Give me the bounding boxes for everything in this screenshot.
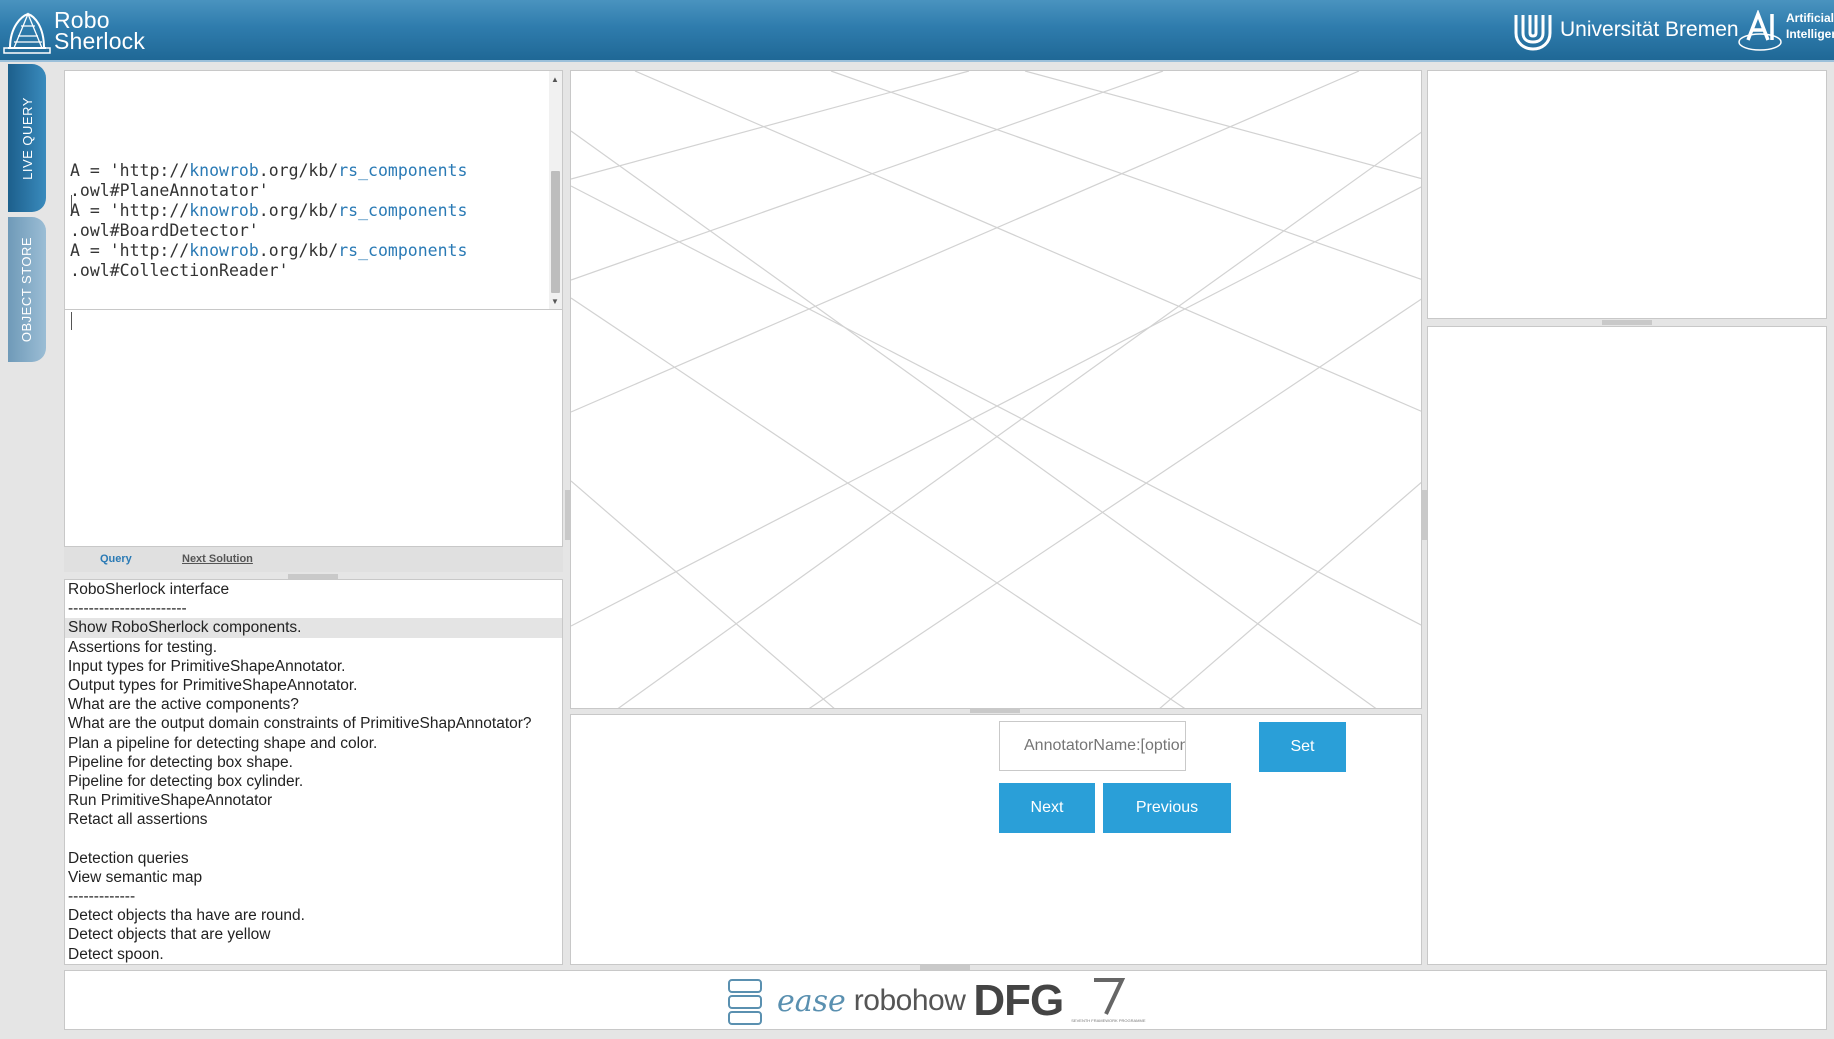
next-button[interactable]: Next [999,783,1095,833]
tab-live-query-label: LIVE QUERY [19,96,35,180]
code-token: .org/kb/ [258,241,339,260]
ground-grid [571,71,1421,708]
annotator-name-input[interactable] [999,721,1186,771]
history-item: ----------------------- [68,600,187,618]
query-history-list: RoboSherlock interface ------------------… [64,579,563,965]
history-item[interactable]: Detect objects that are yellow [65,925,562,944]
code-token: knowrob [189,241,259,260]
code-output: A = 'http://knowrob.org/kb/rs_components… [65,71,562,281]
scroll-up-icon[interactable]: ▲ [551,75,559,84]
annotator-control-panel: Set Next Previous [570,714,1422,965]
ease-logo-text: ease [777,983,846,1019]
tab-live-query[interactable]: LIVE QUERY [8,64,46,212]
code-token: .owl#CollectionReader' [70,261,289,280]
3d-viewer-canvas[interactable] [570,70,1422,709]
fp7-seven-icon [1094,978,1126,1015]
text-caret [71,195,72,213]
editor-scrollbar[interactable]: ▲ ▼ [549,71,562,309]
resize-handle[interactable] [970,708,1020,713]
robohow-logo-text: robohow [853,984,966,1017]
history-item[interactable]: Plan a pipeline for detecting shape and … [65,734,562,753]
history-item[interactable]: View semantic map [65,868,562,887]
footer-logos: ease robohow DFG SEVENTH FRAMEWORK PROGR… [64,970,1827,1030]
image-view-top [1427,70,1827,319]
query-button[interactable]: Query [100,553,132,565]
query-toolbar: Query Next Solution [64,547,563,572]
previous-button[interactable]: Previous [1103,783,1231,833]
university-logo-icon [1514,15,1552,51]
resize-handle[interactable] [1602,320,1652,325]
logo-line-2: Sherlock [54,28,146,54]
fp7-logo: SEVENTH FRAMEWORK PROGRAMME [1071,976,1146,1026]
code-token: A = 'http:// [70,201,190,220]
history-item[interactable]: Input types for PrimitiveShapeAnnotator. [65,657,562,676]
university-name: Universität Bremen [1560,18,1739,41]
app-header: Robo Sherlock Universität Bremen Artific… [0,0,1834,62]
history-item[interactable]: RoboSherlock interface [65,580,562,599]
history-item[interactable]: Show RoboSherlock components. [65,618,562,638]
history-item[interactable]: Detect spoon. [65,945,562,964]
history-item[interactable]: What are the active components? [65,695,562,714]
ease-logo-icon [728,979,762,1025]
ai-label-line-1: Artificial [1786,11,1834,25]
history-item[interactable]: Assertions for testing. [65,638,562,657]
history-item[interactable]: Detection queries [65,849,562,868]
ai-label-line-2: Intelligen [1786,27,1834,41]
app-logo-text: Robo Sherlock [54,9,146,54]
code-line: A = 'http://knowrob.org/kb/rs_components [70,161,562,181]
code-line-cut [70,101,562,121]
code-token: rs_components [338,241,468,260]
code-token: .org/kb/ [258,161,339,180]
code-token: knowrob [189,161,259,180]
code-token: rs_components [338,161,468,180]
history-item[interactable]: Retact all assertions [65,810,562,829]
code-token: .owl#PlaneAnnotator' [70,181,269,200]
code-line: .owl#PlaneAnnotator' [70,181,562,201]
history-item[interactable]: What are the output domain constraints o… [65,714,562,733]
text-caret [71,312,72,330]
fp7-caption: SEVENTH FRAMEWORK PROGRAMME [1071,1018,1146,1023]
next-solution-button[interactable]: Next Solution [182,553,253,565]
query-input-editor[interactable] [64,309,563,547]
code-line: A = 'http://knowrob.org/kb/rs_components [70,201,562,221]
tab-object-store-label: OBJECT STORE [19,236,35,343]
code-token: A = 'http:// [70,241,190,260]
code-line: A = 'http://knowrob.org/kb/rs_components [70,241,562,261]
set-button[interactable]: Set [1259,722,1346,772]
code-token: rs_components [338,201,468,220]
scrollbar-thumb[interactable] [551,171,560,293]
code-token: knowrob [189,201,259,220]
ai-label: Artificial Intelligen [1786,10,1834,42]
history-item[interactable]: Pipeline for detecting box cylinder. [65,772,562,791]
history-item[interactable]: Run PrimitiveShapeAnnotator [65,791,562,810]
dfg-logo-text: DFG [973,976,1064,1025]
code-line: .owl#CollectionReader' [70,261,562,281]
code-line: .owl#BoardDetector' [70,221,562,241]
query-result-editor[interactable]: A = 'http://knowrob.org/kb/rs_components… [64,70,563,310]
code-token: .owl#BoardDetector' [70,221,259,240]
robosherlock-logo-icon [3,12,51,54]
history-item[interactable]: Detect objects tha have are round. [65,906,562,925]
history-item [65,829,562,848]
ai-logo-icon [1738,10,1782,51]
code-token: .org/kb/ [258,201,339,220]
history-item[interactable]: Pipeline for detecting box shape. [65,753,562,772]
tab-object-store[interactable]: OBJECT STORE [8,217,46,362]
history-item: ------------- [68,888,136,905]
history-item[interactable]: Output types for PrimitiveShapeAnnotator… [65,676,562,695]
code-token: A = 'http:// [70,161,190,180]
scroll-down-icon[interactable]: ▼ [551,297,559,306]
image-view-bottom [1427,326,1827,965]
